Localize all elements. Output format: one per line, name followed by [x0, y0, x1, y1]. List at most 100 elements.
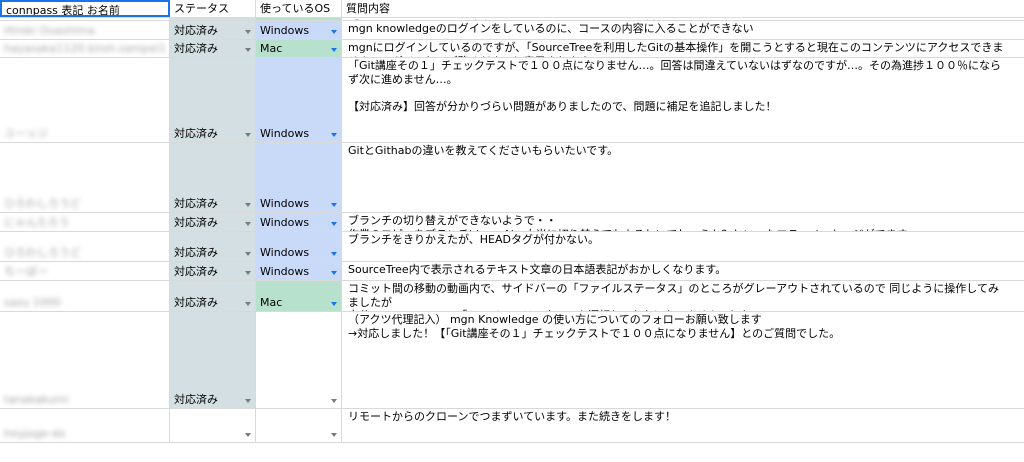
status-value: 対応済み: [174, 265, 218, 278]
os-dropdown[interactable]: [256, 312, 342, 408]
dropdown-arrow-icon[interactable]: [245, 433, 251, 437]
os-value: Windows: [260, 127, 310, 140]
os-dropdown[interactable]: Mac: [256, 40, 342, 57]
name-cell[interactable]: tanakakumi: [0, 312, 170, 408]
os-dropdown[interactable]: Windows: [256, 262, 342, 280]
dropdown-arrow-icon[interactable]: [331, 222, 337, 226]
dropdown-arrow-icon[interactable]: [245, 302, 251, 306]
name-text: heyjoge-do: [4, 427, 66, 440]
name-cell[interactable]: heyjoge-do: [0, 409, 170, 442]
os-dropdown[interactable]: [256, 409, 342, 442]
status-value: 対応済み: [174, 393, 218, 406]
name-cell[interactable]: にゃんたろう: [0, 213, 170, 231]
table-row: ひろわしろうど 対応済み Windows GitとGithabの違いを教えてくださいも…: [0, 143, 1024, 213]
header-status-cell[interactable]: ステータス: [170, 0, 256, 17]
question-cell[interactable]: GitとGithabの違いを教えてくださいもらいたいです。: [342, 143, 1024, 212]
os-dropdown[interactable]: Mac: [256, 281, 342, 311]
status-dropdown[interactable]: [170, 409, 256, 442]
dropdown-arrow-icon[interactable]: [245, 222, 251, 226]
question-cell[interactable]: 「初めてのコミット」の途中です。Sourcetreeにコミットが表示されないよう…: [342, 18, 1024, 20]
dropdown-arrow-icon[interactable]: [245, 133, 251, 137]
question-cell[interactable]: リモートからのクローンでつまずいています。また続きをします！: [342, 409, 1024, 442]
question-line: ず次に進めません…。: [348, 72, 458, 86]
question-line: 【対応済み】回答が分かりづらい問題がありましたので、問題に補足を追記しました！: [348, 99, 777, 113]
dropdown-arrow-icon[interactable]: [331, 30, 337, 34]
os-dropdown[interactable]: Windows: [256, 213, 342, 231]
os-dropdown[interactable]: Windows: [256, 21, 342, 39]
dropdown-arrow-icon[interactable]: [331, 252, 337, 256]
dropdown-arrow-icon[interactable]: [245, 203, 251, 207]
question-cell[interactable]: 「Git講座その１」チェックテストで１００点になりません…。回答は間違えていない…: [342, 58, 1024, 142]
question-line: →対応しました！【「Git講座その１」チェックテストで１００点になりません】との…: [348, 326, 841, 340]
status-dropdown[interactable]: 対応済み: [170, 262, 256, 280]
header-row: connpass 表記 お名前 ステータス 使っているOS 質問内容: [0, 0, 1024, 18]
table-row: tanakakumi 対応済み （アクツ代理記入） mgn Knowledge の使…: [0, 312, 1024, 409]
header-name-cell[interactable]: connpass 表記 お名前: [0, 0, 170, 17]
name-cell[interactable]: sazu 1000: [0, 281, 170, 311]
status-dropdown[interactable]: 対応済み: [170, 281, 256, 311]
dropdown-arrow-icon[interactable]: [245, 271, 251, 275]
status-value: 対応済み: [174, 296, 218, 309]
table-row: Hiroki Ouashima 対応済み Windows mgn knowledgeの…: [0, 21, 1024, 40]
os-dropdown[interactable]: Windows: [256, 232, 342, 261]
name-text: ユーッジ: [4, 127, 48, 140]
question-cell[interactable]: mgn knowledgeのログインをしているのに、コースの内容に入ることができ…: [342, 21, 1024, 39]
question-line: リモートからのクローンでつまずいています。また続きをします！: [348, 410, 677, 423]
os-dropdown[interactable]: Mac: [256, 18, 342, 20]
dropdown-arrow-icon[interactable]: [245, 30, 251, 34]
dropdown-arrow-icon[interactable]: [245, 399, 251, 403]
name-text: Hiroki Ouashima: [4, 24, 95, 37]
question-cell[interactable]: （アクツ代理記入） mgn Knowledge の使い方についてのフォローお願い…: [342, 312, 1024, 408]
dropdown-arrow-icon[interactable]: [331, 433, 337, 437]
os-value: Windows: [260, 246, 310, 259]
dropdown-arrow-icon[interactable]: [331, 133, 337, 137]
table-row: sazu 1000 対応済み Mac コミット間の移動の動画内で、サイドバーの「ファイ…: [0, 281, 1024, 312]
name-text: ひろわしろうど: [4, 197, 81, 210]
name-text: sazu 1000: [4, 296, 61, 309]
table-row: にゃんたろう 対応済み Windows ブランチの切り替えができないようで・・作業のコ…: [0, 213, 1024, 232]
status-dropdown[interactable]: 対応済み: [170, 232, 256, 261]
status-dropdown[interactable]: 対応済み: [170, 58, 256, 142]
dropdown-arrow-icon[interactable]: [245, 252, 251, 256]
question-line: mgnにログインしているのですが、「SourceTreeを利用したGitの基本操…: [348, 41, 1004, 54]
os-value: Windows: [260, 197, 310, 210]
name-text: ひろわしろうど: [4, 246, 81, 259]
question-line: （アクツ代理記入） mgn Knowledge の使い方についてのフォローお願い…: [348, 313, 762, 326]
os-value: Windows: [260, 216, 310, 229]
status-value: 対応済み: [174, 216, 218, 229]
status-dropdown[interactable]: 対応済み: [170, 40, 256, 57]
question-cell[interactable]: mgnにログインしているのですが、「SourceTreeを利用したGitの基本操…: [342, 40, 1024, 57]
name-cell[interactable]: Hiroki Ouashima: [0, 21, 170, 39]
status-dropdown[interactable]: 対応済み: [170, 312, 256, 408]
dropdown-arrow-icon[interactable]: [245, 48, 251, 52]
question-cell[interactable]: ブランチの切り替えができないようで・・作業のコピーをブランチ'demoA'へ本当…: [342, 213, 1024, 231]
question-cell[interactable]: ブランチをきりかえたが、HEADタグが付かない。: [342, 232, 1024, 261]
question-line: ブランチをきりかえたが、HEADタグが付かない。: [348, 233, 599, 246]
question-cell[interactable]: SourceTree内で表示されるテキスト文章の日本語表記がおかしくなります。: [342, 262, 1024, 280]
question-line: せん。ログインしてご覧くださいと表示されます: [348, 55, 1020, 58]
status-dropdown[interactable]: 対応済み: [170, 143, 256, 212]
os-dropdown[interactable]: Windows: [256, 58, 342, 142]
name-cell[interactable]: ちーぽー: [0, 262, 170, 280]
status-dropdown[interactable]: 対応済み: [170, 18, 256, 20]
name-cell[interactable]: hayasaka1120.kiroh.sampei1ta: [0, 40, 170, 57]
dropdown-arrow-icon[interactable]: [331, 48, 337, 52]
os-value: Windows: [260, 265, 310, 278]
question-line: コミット間の移動の動画内で、サイドバーの「ファイルステータス」のところがグレーア…: [348, 282, 999, 295]
os-dropdown[interactable]: Windows: [256, 143, 342, 212]
header-os-cell[interactable]: 使っているOS: [256, 0, 342, 17]
name-cell[interactable]: ひろわしろうど: [0, 232, 170, 261]
name-cell[interactable]: ユーッジ: [0, 58, 170, 142]
header-question-cell[interactable]: 質問内容: [342, 0, 1024, 17]
name-cell[interactable]: ひろわしろうど: [0, 143, 170, 212]
question-cell[interactable]: コミット間の移動の動画内で、サイドバーの「ファイルステータス」のところがグレーア…: [342, 281, 1024, 311]
dropdown-arrow-icon[interactable]: [331, 302, 337, 306]
dropdown-arrow-icon[interactable]: [331, 203, 337, 207]
status-value: 対応済み: [174, 42, 218, 55]
dropdown-arrow-icon[interactable]: [331, 271, 337, 275]
status-dropdown[interactable]: 対応済み: [170, 21, 256, 39]
dropdown-arrow-icon[interactable]: [331, 399, 337, 403]
status-dropdown[interactable]: 対応済み: [170, 213, 256, 231]
name-cell[interactable]: （表示例）Asuka: [0, 18, 170, 20]
